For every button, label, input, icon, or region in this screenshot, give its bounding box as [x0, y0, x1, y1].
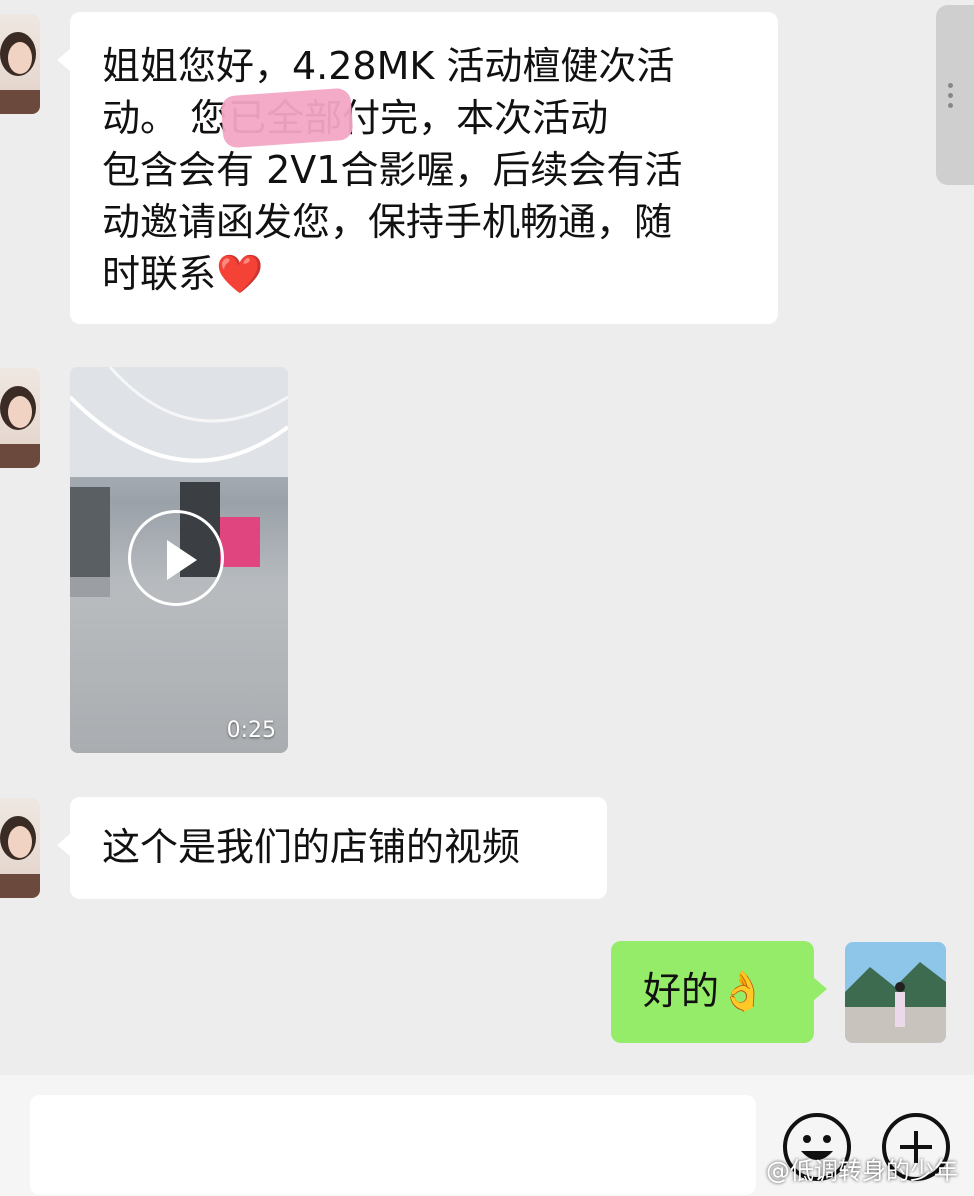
video-message[interactable]: 0:25	[70, 367, 288, 753]
message-line: 姐姐您好，4.28MK 活动檀健次活	[102, 44, 675, 88]
video-duration: 0:25	[226, 718, 276, 743]
message-input[interactable]	[30, 1095, 756, 1195]
message-line: 动。 您已全部付完，本次活动	[102, 96, 609, 140]
side-tab[interactable]	[936, 5, 974, 185]
message-bubble-mine: 好的👌	[611, 941, 827, 1043]
message-line: 时联系❤️	[102, 252, 264, 296]
avatar[interactable]	[0, 368, 40, 468]
my-avatar[interactable]	[845, 942, 946, 1043]
avatar[interactable]	[0, 14, 40, 114]
message-bubble: 姐姐您好，4.28MK 活动檀健次活 动。 您已全部付完，本次活动 包含会有 2…	[57, 12, 778, 324]
play-button[interactable]	[128, 510, 224, 606]
message-text: 好的👌	[643, 969, 767, 1013]
message-line: 动邀请函发您，保持手机畅通，随	[102, 200, 673, 244]
message-text: 这个是我们的店铺的视频	[102, 825, 521, 869]
avatar[interactable]	[0, 798, 40, 898]
more-icon	[948, 83, 953, 113]
play-icon	[167, 540, 197, 580]
watermark: @低调转身的少年	[766, 1157, 958, 1185]
redaction-mark	[220, 87, 354, 149]
message-bubble: 这个是我们的店铺的视频	[57, 797, 607, 899]
message-line: 包含会有 2V1合影喔，后续会有活	[102, 148, 683, 192]
